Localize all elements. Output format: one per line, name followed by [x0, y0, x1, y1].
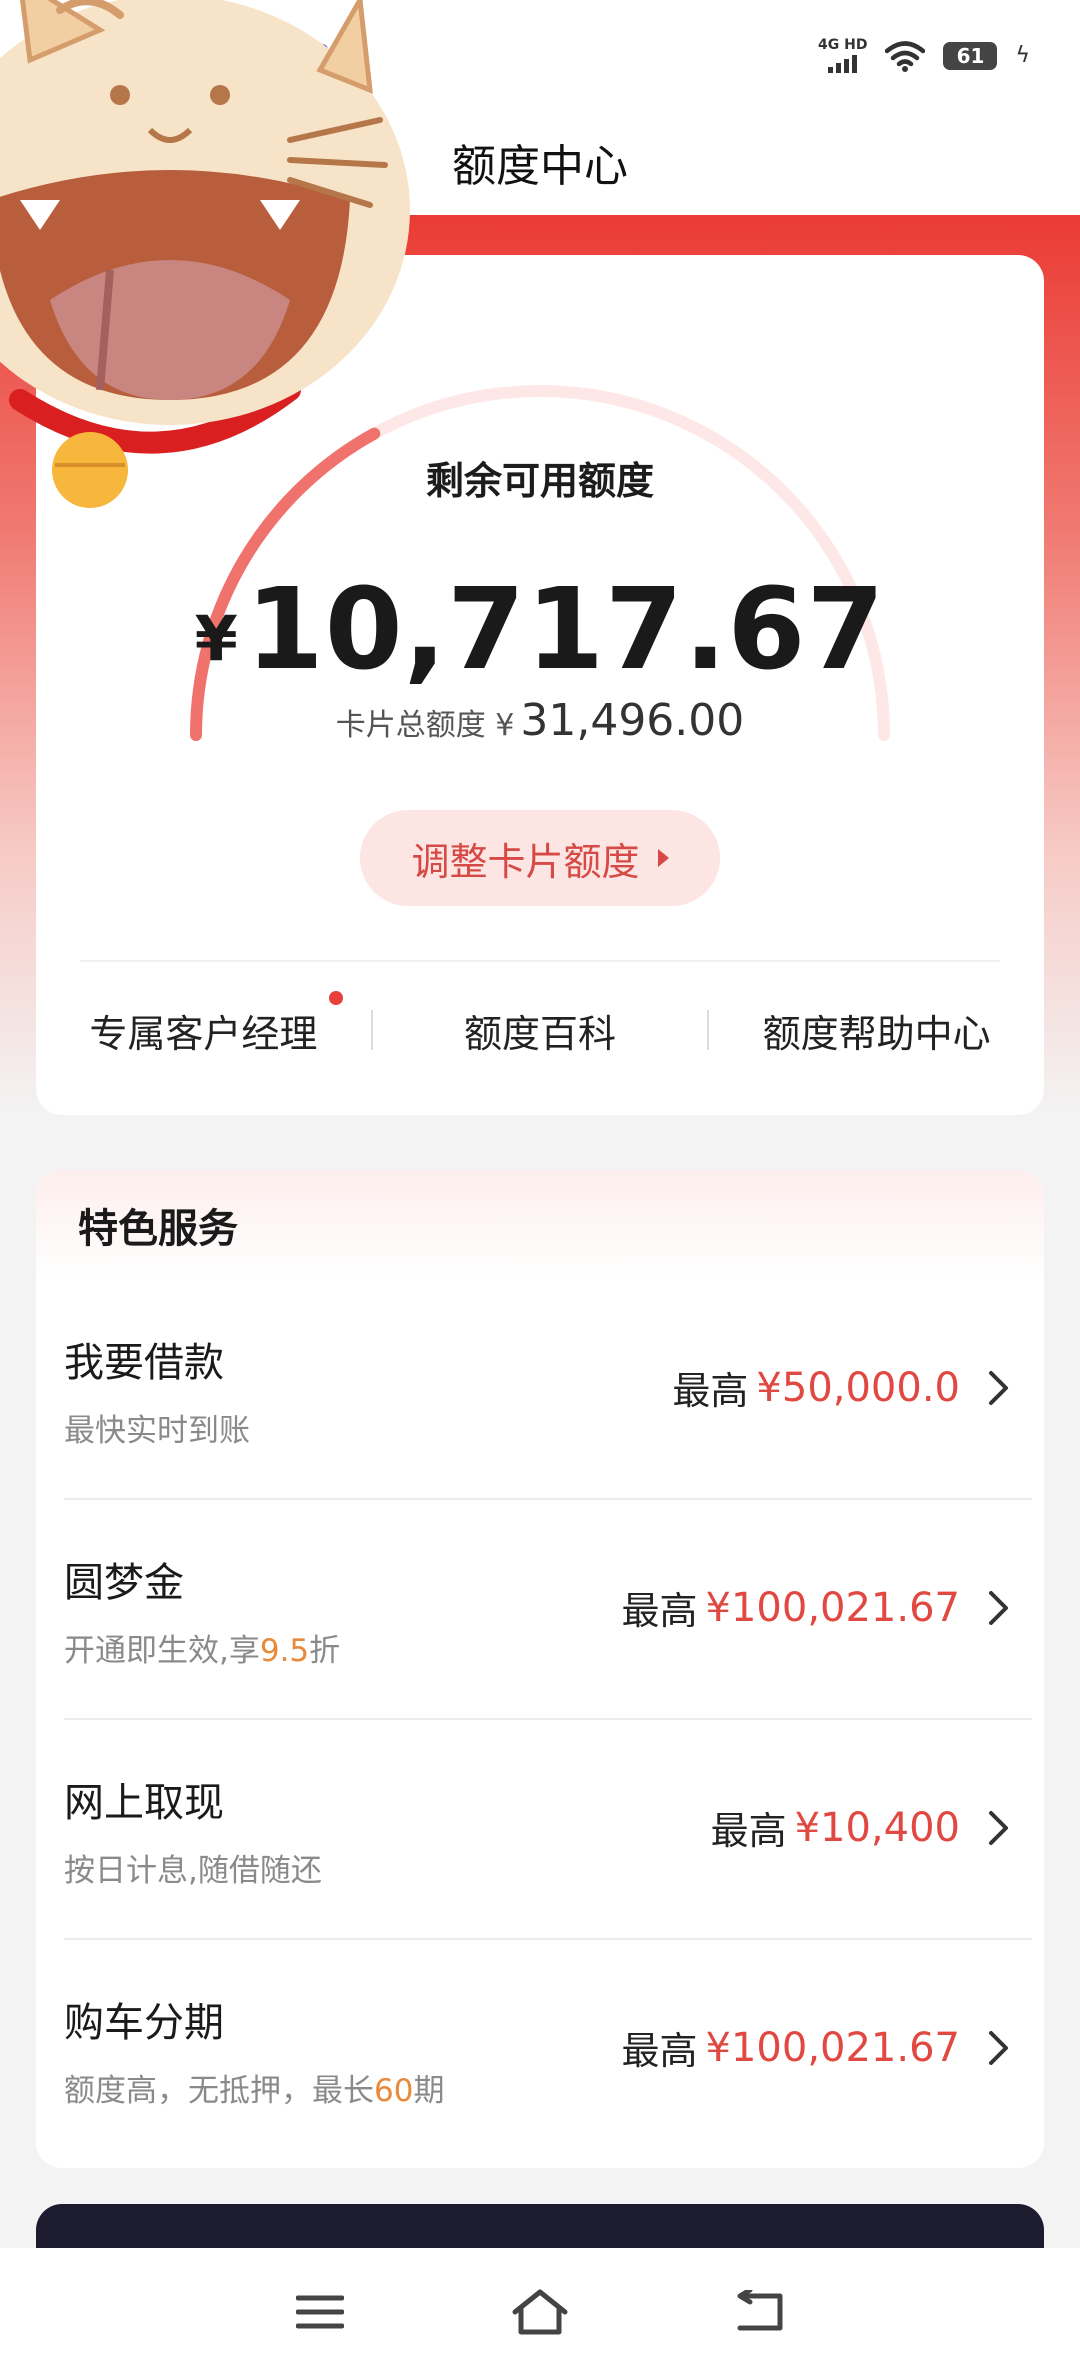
available-credit-value: 10,717.67	[245, 565, 886, 695]
cat-mascot-icon	[0, 0, 410, 508]
limit-amount: ¥100,021.67	[705, 1584, 960, 1631]
service-limit: 最高 ¥10,400	[711, 1800, 1012, 1855]
limit-prefix: 最高	[621, 1589, 698, 1633]
total-credit-value: 31,496.00	[520, 695, 745, 746]
home-icon	[512, 2289, 568, 2335]
adjust-credit-button[interactable]: 调整卡片额度	[360, 810, 720, 906]
link-help-center[interactable]: 额度帮助中心	[709, 1003, 1044, 1058]
chevron-right-icon	[989, 2030, 1008, 2065]
total-credit-label: 卡片总额度 ¥	[335, 708, 515, 743]
link-account-manager[interactable]: 专属客户经理	[36, 990, 371, 1058]
service-name: 圆梦金	[64, 1560, 184, 1606]
desc-highlight: 9.5	[259, 1633, 310, 1669]
menu-button[interactable]	[285, 2277, 355, 2347]
service-limit: 最高 ¥100,021.67	[622, 2020, 1013, 2075]
menu-icon	[296, 2295, 344, 2329]
currency-symbol: ¥	[194, 602, 238, 675]
service-limit: 最高 ¥50,000.0	[672, 1360, 1012, 1415]
back-icon	[737, 2290, 783, 2331]
service-item-cash-withdrawal[interactable]: 网上取现 按日计息,随借随还 最高 ¥10,400	[64, 1720, 1032, 1940]
available-credit-amount: ¥10,717.67	[36, 565, 1044, 695]
limit-amount: ¥100,021.67	[705, 2024, 960, 2071]
service-name: 我要借款	[64, 1340, 224, 1386]
service-limit: 最高 ¥100,021.67	[622, 1580, 1013, 1635]
back-button[interactable]	[725, 2277, 795, 2347]
desc-text: 开通即生效,享	[64, 1633, 260, 1669]
link-label: 额度帮助中心	[762, 1011, 991, 1056]
desc-text: 额度高，无抵押，最长	[64, 2073, 374, 2109]
link-label: 额度百科	[464, 1011, 617, 1056]
service-desc: 额度高，无抵押，最长60期	[64, 2065, 444, 2110]
desc-highlight: 60	[374, 2073, 414, 2109]
service-name: 网上取现	[64, 1780, 224, 1826]
cellular-signal-icon: 4G HD	[818, 38, 867, 73]
service-item-dream-fund[interactable]: 圆梦金 开通即生效,享9.5折 最高 ¥100,021.67	[64, 1500, 1032, 1720]
limit-amount: ¥10,400	[794, 1804, 960, 1851]
service-desc: 按日计息,随借随还	[64, 1853, 322, 1889]
arrow-right-icon	[657, 849, 669, 867]
featured-services-panel: 特色服务 我要借款 最快实时到账 最高 ¥50,000.0 圆梦金 开通即生效,…	[36, 1170, 1044, 2168]
page: 贴 4G HD 61 ϟ 额度中心 剩余可用额度 ¥10,717.67	[0, 0, 1080, 2376]
services-title: 特色服务	[36, 1170, 1044, 1280]
network-type-label: 4G HD	[818, 37, 868, 53]
link-label: 专属客户经理	[89, 1011, 318, 1056]
quick-links: 专属客户经理 额度百科 额度帮助中心	[36, 970, 1044, 1090]
limit-prefix: 最高	[672, 1369, 749, 1413]
service-desc: 开通即生效,享9.5折	[64, 1625, 340, 1670]
notification-dot	[328, 990, 343, 1005]
divider	[80, 960, 1000, 962]
limit-prefix: 最高	[710, 1809, 787, 1853]
service-item-car-installment[interactable]: 购车分期 额度高，无抵押，最长60期 最高 ¥100,021.67	[64, 1940, 1032, 2160]
chevron-right-icon	[989, 1590, 1008, 1625]
wifi-icon	[885, 40, 926, 72]
desc-text: 折	[309, 1633, 341, 1669]
system-nav-bar	[0, 2248, 1080, 2376]
service-desc: 最快实时到账	[64, 1413, 250, 1449]
status-icons: 4G HD 61 ϟ	[818, 38, 1030, 73]
home-button[interactable]	[505, 2277, 575, 2347]
charging-icon: ϟ	[1015, 43, 1030, 68]
desc-text: 期	[413, 2073, 445, 2109]
chevron-right-icon	[989, 1810, 1008, 1845]
service-item-loan[interactable]: 我要借款 最快实时到账 最高 ¥50,000.0	[64, 1280, 1032, 1500]
chevron-right-icon	[989, 1370, 1008, 1405]
limit-prefix: 最高	[621, 2029, 698, 2073]
link-credit-wiki[interactable]: 额度百科	[373, 1003, 708, 1058]
limit-amount: ¥50,000.0	[756, 1364, 960, 1411]
adjust-credit-label: 调整卡片额度	[411, 839, 640, 884]
total-credit: 卡片总额度 ¥31,496.00	[36, 695, 1044, 746]
service-name: 购车分期	[64, 2000, 224, 2046]
battery-icon: 61	[943, 41, 998, 70]
